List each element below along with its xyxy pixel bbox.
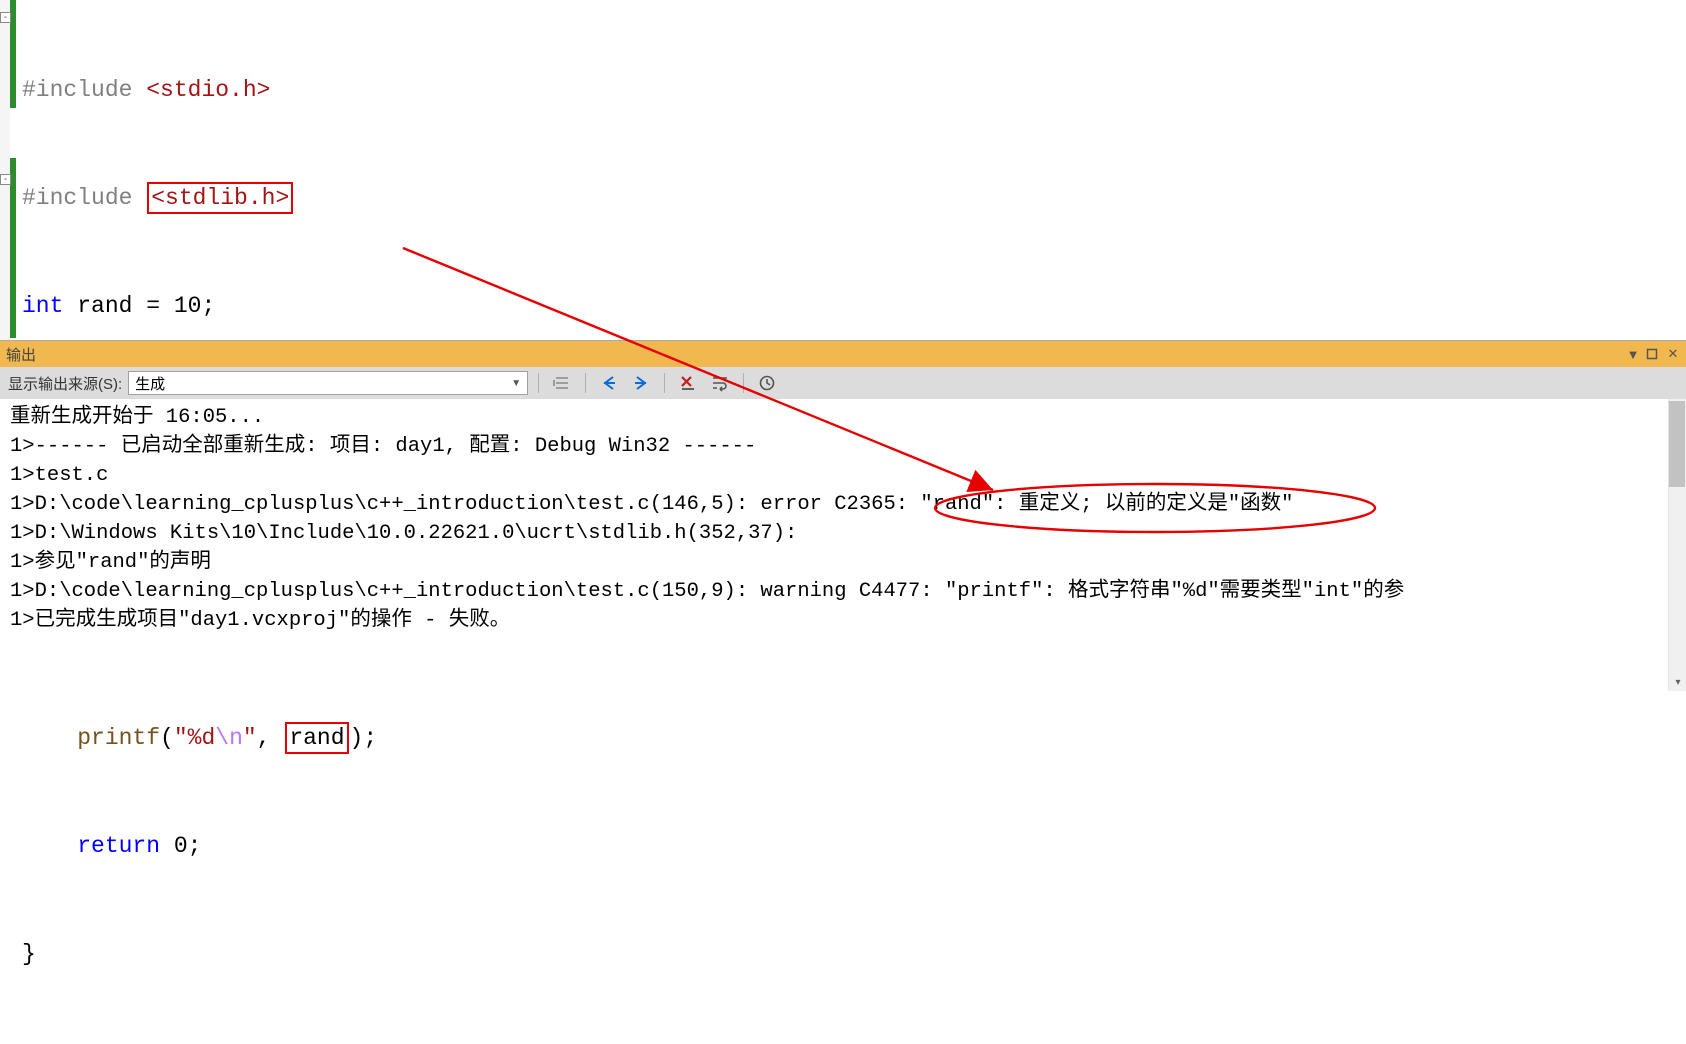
collapse-toggle-icon[interactable]: - (0, 174, 11, 185)
code-line[interactable]: printf("%d\n", rand); (22, 720, 377, 756)
clock-icon[interactable] (754, 370, 780, 396)
output-line: 1>D:\Windows Kits\10\Include\10.0.22621.… (10, 519, 1676, 548)
clear-icon[interactable] (675, 370, 701, 396)
output-line: 重新生成开始于 16:05... (10, 403, 1676, 432)
output-line: 1>D:\code\learning_cplusplus\c++_introdu… (10, 490, 1676, 519)
code-line[interactable]: return 0; (22, 828, 377, 864)
output-line: 1>test.c (10, 461, 1676, 490)
forward-arrow-icon[interactable] (628, 370, 654, 396)
panel-title: 输出 (6, 344, 36, 365)
indent-icon[interactable] (549, 370, 575, 396)
output-line: 1>已完成生成项目"day1.vcxproj"的操作 - 失败。 (10, 606, 1676, 635)
panel-toolbar: 显示输出来源(S): 生成 ▼ (0, 367, 1686, 399)
maximize-icon[interactable] (1646, 348, 1660, 360)
back-arrow-icon[interactable] (596, 370, 622, 396)
vertical-scrollbar[interactable]: ▴ ▾ (1668, 399, 1686, 691)
output-panel: 输出 ▼ ✕ 显示输出来源(S): 生成 ▼ (0, 340, 1686, 691)
combo-value: 生成 (135, 373, 165, 394)
highlight-rand: rand (285, 722, 348, 754)
code-line[interactable]: #include <stdio.h> (22, 72, 377, 108)
highlight-stdlib: <stdlib.h> (147, 182, 293, 214)
close-icon[interactable]: ✕ (1666, 346, 1680, 362)
output-line: 1>参见"rand"的声明 (10, 548, 1676, 577)
scrollbar-thumb[interactable] (1669, 401, 1685, 487)
code-line[interactable]: } (22, 936, 377, 972)
editor-gutter: - - (0, 0, 20, 340)
dropdown-icon[interactable]: ▼ (1626, 347, 1640, 362)
output-body[interactable]: 重新生成开始于 16:05... 1>------ 已启动全部重新生成: 项目:… (0, 399, 1686, 691)
panel-header[interactable]: 输出 ▼ ✕ (0, 341, 1686, 367)
code-line[interactable]: int rand = 10; (22, 288, 377, 324)
output-source-label: 显示输出来源(S): (8, 373, 122, 394)
output-source-combo[interactable]: 生成 ▼ (128, 371, 528, 395)
chevron-down-icon: ▼ (511, 378, 521, 389)
code-editor[interactable]: - - #include <stdio.h> #include <stdlib.… (0, 0, 1686, 340)
output-line: 1>D:\code\learning_cplusplus\c++_introdu… (10, 577, 1676, 606)
code-line[interactable]: #include <stdlib.h> (22, 180, 377, 216)
output-line: 1>------ 已启动全部重新生成: 项目: day1, 配置: Debug … (10, 432, 1676, 461)
collapse-toggle-icon[interactable]: - (0, 12, 11, 23)
word-wrap-icon[interactable] (707, 370, 733, 396)
